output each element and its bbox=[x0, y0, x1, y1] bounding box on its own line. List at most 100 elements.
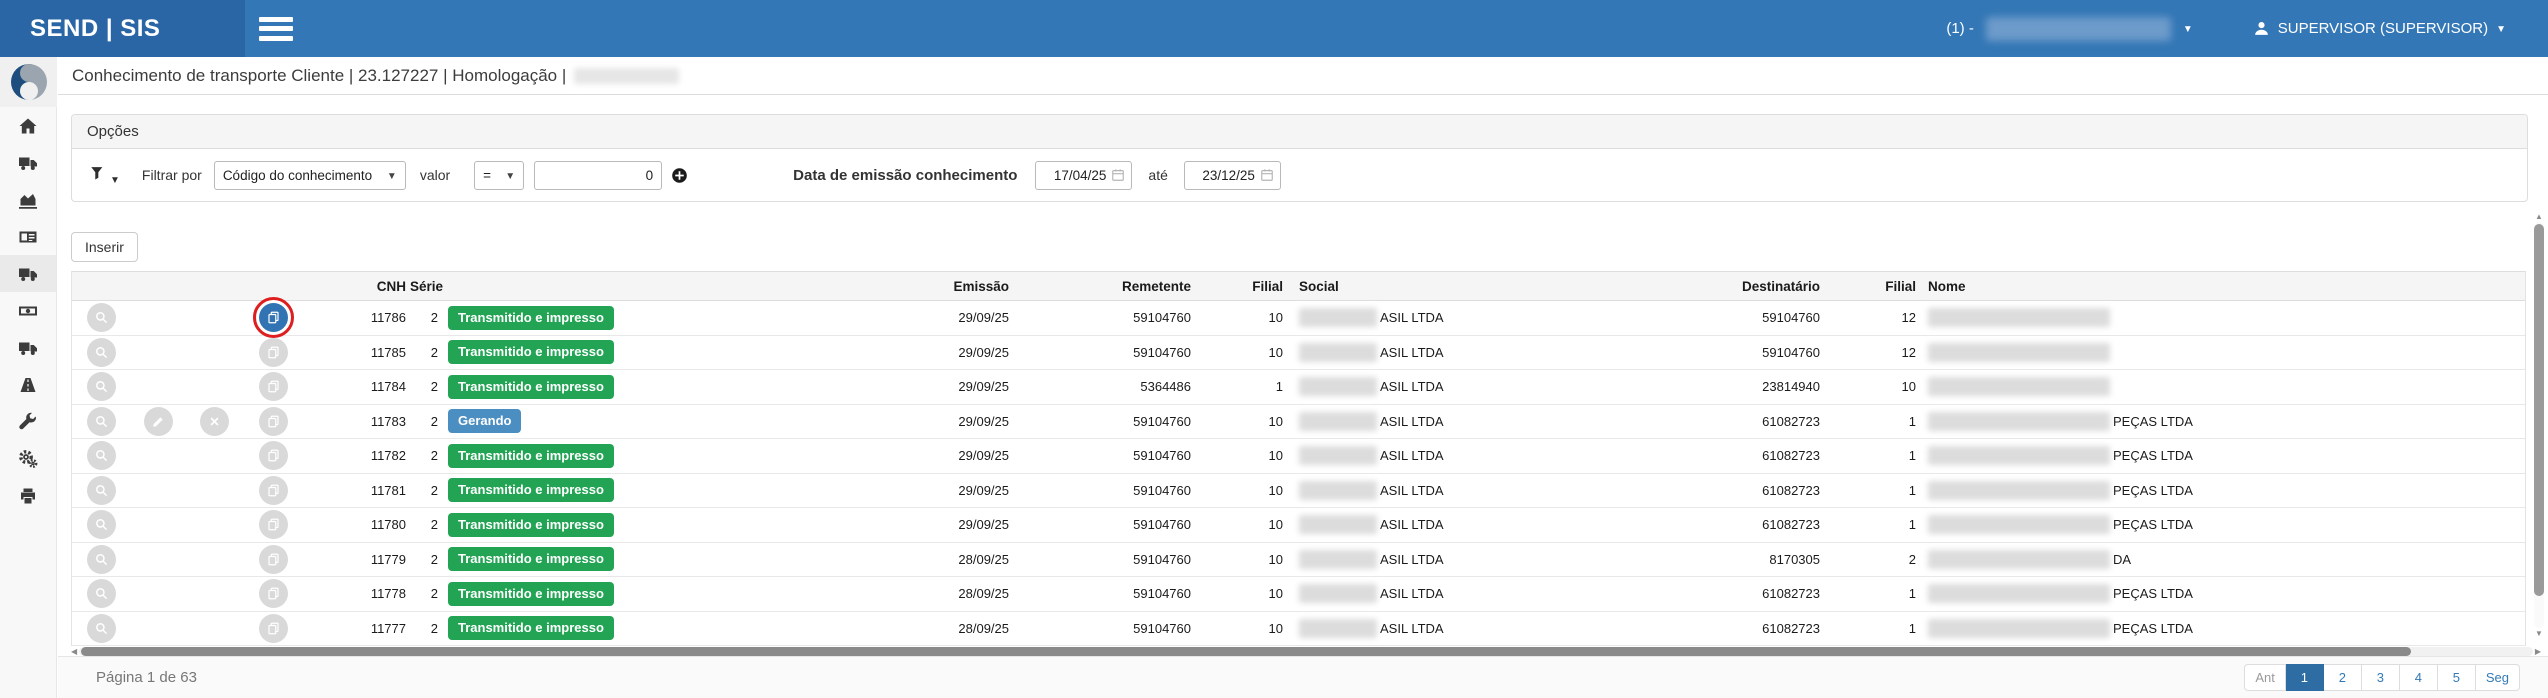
table-row: 117842Transmitido e impresso29/09/255364… bbox=[72, 370, 2525, 405]
pagination-4[interactable]: 4 bbox=[2400, 664, 2438, 691]
view-row-button[interactable] bbox=[87, 407, 116, 436]
pagination-3[interactable]: 3 bbox=[2362, 664, 2400, 691]
inserir-button[interactable]: Inserir bbox=[71, 232, 138, 262]
scroll-left-icon[interactable]: ◀ bbox=[71, 648, 77, 656]
redacted-text bbox=[1928, 515, 2110, 534]
calendar-icon bbox=[1111, 168, 1125, 182]
valor-label: valor bbox=[420, 167, 450, 183]
view-row-button[interactable] bbox=[87, 614, 116, 643]
cell-remetente: 59104760 bbox=[1021, 310, 1203, 325]
app-brand[interactable]: SEND | SIS bbox=[0, 0, 245, 57]
sidebar-item-wrench[interactable] bbox=[0, 403, 56, 440]
printer-icon bbox=[18, 486, 38, 506]
sidebar-item-money[interactable] bbox=[0, 292, 56, 329]
redacted-text bbox=[1928, 446, 2110, 465]
pagination-5[interactable]: 5 bbox=[2438, 664, 2476, 691]
sidebar-item-gears[interactable] bbox=[0, 440, 56, 477]
chevron-down-icon[interactable]: ▼ bbox=[2183, 24, 2193, 35]
operator-select[interactable]: = ▼ bbox=[474, 161, 524, 190]
filtrar-por-label: Filtrar por bbox=[142, 167, 202, 183]
delete-row-button[interactable] bbox=[200, 407, 229, 436]
cell-destinatario: 61082723 bbox=[1707, 621, 1832, 636]
cell-destinatario: 23814940 bbox=[1707, 379, 1832, 394]
redacted-text bbox=[1299, 584, 1377, 603]
hscroll-thumb[interactable] bbox=[81, 647, 2411, 656]
status-badge: Transmitido e impresso bbox=[448, 306, 614, 330]
view-row-button[interactable] bbox=[87, 303, 116, 332]
cell-emissao: 29/09/25 bbox=[676, 379, 1021, 394]
view-row-button[interactable] bbox=[87, 545, 116, 574]
sidebar-item-truck[interactable] bbox=[0, 255, 56, 292]
view-row-button[interactable] bbox=[87, 510, 116, 539]
view-row-button[interactable] bbox=[87, 372, 116, 401]
pagination-2[interactable]: 2 bbox=[2324, 664, 2362, 691]
table-row: 117772Transmitido e impresso28/09/255910… bbox=[72, 612, 2525, 647]
cell-remetente: 59104760 bbox=[1021, 483, 1203, 498]
header-nome: Nome bbox=[1928, 279, 2527, 294]
add-filter-button[interactable] bbox=[671, 167, 688, 184]
vscroll-thumb[interactable] bbox=[2534, 224, 2544, 596]
user-menu[interactable]: SUPERVISOR (SUPERVISOR) ▼ bbox=[2253, 20, 2506, 37]
filter-value-input[interactable] bbox=[534, 161, 662, 190]
edit-row-button[interactable] bbox=[144, 407, 173, 436]
scroll-down-icon[interactable]: ▼ bbox=[2535, 628, 2543, 639]
filter-field-select[interactable]: Código do conhecimento ▼ bbox=[214, 161, 406, 190]
cell-cnh: 11782 bbox=[304, 448, 410, 463]
view-row-button[interactable] bbox=[87, 338, 116, 367]
copy-row-button[interactable] bbox=[259, 407, 288, 436]
copy-row-button[interactable] bbox=[259, 441, 288, 470]
cell-remetente: 59104760 bbox=[1021, 414, 1203, 429]
view-row-button[interactable] bbox=[87, 441, 116, 470]
scroll-right-icon[interactable]: ▶ bbox=[2535, 648, 2541, 656]
copy-row-button[interactable] bbox=[259, 579, 288, 608]
sidebar-item-newspaper[interactable] bbox=[0, 218, 56, 255]
pagination-seg[interactable]: Seg bbox=[2476, 664, 2520, 691]
cell-serie: 2 bbox=[410, 310, 444, 325]
table-footer: Página 1 de 63 Ant12345Seg bbox=[58, 656, 2548, 698]
main-content: Conhecimento de transporte Cliente | 23.… bbox=[58, 57, 2548, 698]
status-badge: Transmitido e impresso bbox=[448, 616, 614, 640]
sidebar-item-truck[interactable] bbox=[0, 144, 56, 181]
copy-row-button[interactable] bbox=[259, 303, 288, 332]
copy-row-button[interactable] bbox=[259, 372, 288, 401]
table-row: 117802Transmitido e impresso29/09/255910… bbox=[72, 508, 2525, 543]
cell-nome: PEÇAS LTDA bbox=[1928, 412, 2527, 431]
scroll-up-icon[interactable]: ▲ bbox=[2535, 211, 2543, 222]
copy-row-button[interactable] bbox=[259, 545, 288, 574]
truck-icon bbox=[18, 153, 38, 173]
copy-row-button[interactable] bbox=[259, 476, 288, 505]
copy-row-button[interactable] bbox=[259, 614, 288, 643]
view-row-button[interactable] bbox=[87, 476, 116, 505]
date-from-input[interactable] bbox=[1042, 168, 1106, 183]
cell-filial-destino: 1 bbox=[1832, 414, 1928, 429]
redacted-text bbox=[1299, 481, 1377, 500]
cell-emissao: 29/09/25 bbox=[676, 483, 1021, 498]
status-badge: Transmitido e impresso bbox=[448, 375, 614, 399]
vertical-scrollbar[interactable]: ▲ ▼ bbox=[2532, 211, 2546, 639]
redacted-text bbox=[1928, 481, 2110, 500]
filter-dropdown-button[interactable]: ▼ bbox=[90, 165, 120, 185]
options-panel: Opções ▼ Filtrar por Código do conhecime… bbox=[71, 114, 2528, 202]
cell-filial-destino: 2 bbox=[1832, 552, 1928, 567]
sidebar-item-chart[interactable] bbox=[0, 181, 56, 218]
sidebar-item-truck[interactable] bbox=[0, 329, 56, 366]
view-row-button[interactable] bbox=[87, 579, 116, 608]
cell-social: ASIL LTDA bbox=[1295, 550, 1707, 569]
app-logo[interactable] bbox=[0, 57, 57, 107]
sidebar-item-printer[interactable] bbox=[0, 477, 56, 514]
cell-remetente: 59104760 bbox=[1021, 586, 1203, 601]
pagination-current-page[interactable]: 1 bbox=[2286, 664, 2324, 691]
status-badge: Gerando bbox=[448, 409, 521, 433]
chart-icon bbox=[18, 190, 38, 210]
truck-icon bbox=[18, 264, 38, 284]
sidebar-item-road[interactable] bbox=[0, 366, 56, 403]
sidebar-item-home[interactable] bbox=[0, 107, 56, 144]
redacted-text bbox=[1299, 550, 1377, 569]
copy-row-button[interactable] bbox=[259, 338, 288, 367]
cell-emissao: 29/09/25 bbox=[676, 448, 1021, 463]
hamburger-menu-icon[interactable] bbox=[259, 17, 293, 41]
gears-icon bbox=[18, 449, 38, 469]
copy-row-button[interactable] bbox=[259, 510, 288, 539]
cell-destinatario: 8170305 bbox=[1707, 552, 1832, 567]
date-to-input[interactable] bbox=[1191, 168, 1255, 183]
